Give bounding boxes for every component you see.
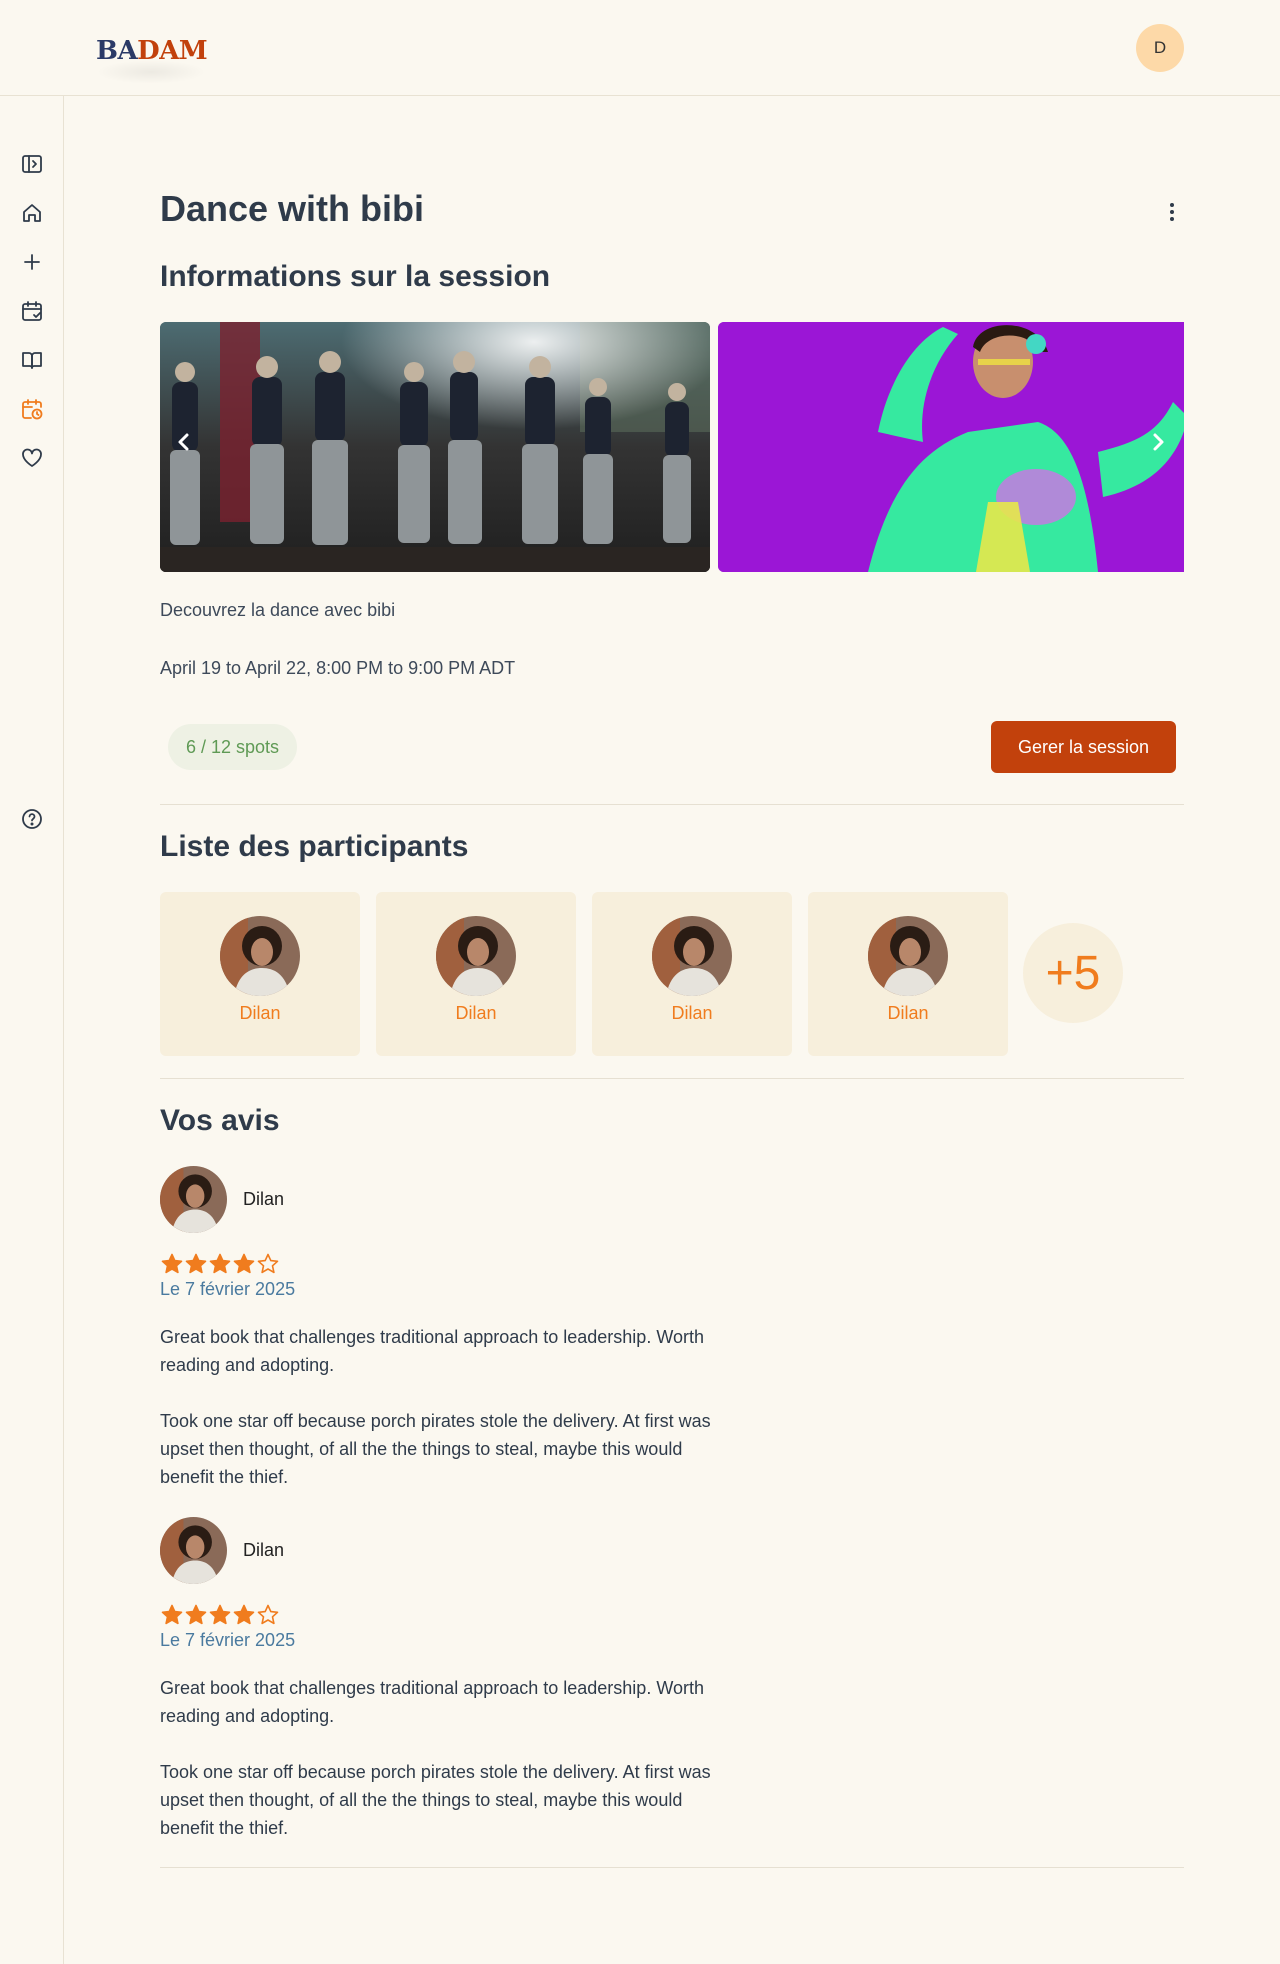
participant-name: Dilan [455,1003,497,1023]
participants-heading: Liste des participants [160,830,469,863]
image-carousel[interactable] [160,322,1184,572]
review-date: Le 7 février 2025 [160,1279,296,1299]
session-dates: April 19 to April 22, 8:00 PM to 9:00 PM… [160,658,516,678]
spots-badge: 6 / 12 spots [168,724,298,770]
help-circle-icon[interactable] [19,806,45,832]
star-filled-icon [209,1253,231,1274]
review-text: Great book that challenges traditional a… [160,1323,740,1491]
calendar-check-icon[interactable] [19,298,45,324]
review-date: Le 7 février 2025 [160,1630,296,1650]
participant-card[interactable]: Dilan [808,892,1008,1056]
star-filled-icon [233,1604,255,1625]
reviewer-name: Dilan [243,1540,285,1560]
book-icon[interactable] [19,347,45,373]
logo[interactable]: BADAM [96,36,208,66]
user-avatar-button[interactable]: D [1136,24,1184,72]
carousel-prev-icon[interactable] [164,422,204,462]
reviewer-name: Dilan [243,1189,285,1209]
participant-card[interactable]: Dilan [160,892,360,1056]
star-empty-icon [257,1604,279,1625]
star-empty-icon [257,1253,279,1274]
plus-icon[interactable] [19,249,45,275]
star-filled-icon [185,1253,207,1274]
more-options-icon[interactable] [1160,200,1184,224]
manage-session-button[interactable]: Gerer la session [991,721,1176,773]
participant-avatar [220,916,300,996]
spots-label: 6 / 12 spots [186,736,280,757]
participant-name: Dilan [239,1003,281,1023]
reviewer-avatar [160,1517,227,1584]
review-paragraph: Took one star off because porch pirates … [160,1762,711,1838]
star-filled-icon [233,1253,255,1274]
more-participants-button[interactable]: +5 [1023,923,1123,1023]
review-paragraph: Great book that challenges traditional a… [160,1678,704,1726]
divider [160,804,1184,805]
reviews-heading: Vos avis [160,1104,280,1137]
user-initial: D [1153,38,1167,57]
session-description: Decouvrez la dance avec bibi [160,600,396,620]
calendar-clock-icon[interactable] [19,396,45,422]
review-paragraph: Great book that challenges traditional a… [160,1327,704,1375]
heart-icon[interactable] [19,445,45,471]
star-filled-icon [161,1253,183,1274]
home-icon[interactable] [19,200,45,226]
dancer-headphones-image [718,322,1184,572]
carousel-next-icon[interactable] [1138,422,1178,462]
participant-card[interactable]: Dilan [592,892,792,1056]
reviewer-avatar [160,1166,227,1233]
rating-stars [160,1252,280,1276]
review-paragraph: Took one star off because porch pirates … [160,1411,711,1487]
participant-avatar [652,916,732,996]
session-info-heading: Informations sur la session [160,260,551,293]
star-filled-icon [161,1604,183,1625]
divider [160,1078,1184,1079]
top-bar: BADAM D [0,0,1280,96]
logo-part-1: BA [96,36,138,66]
star-filled-icon [209,1604,231,1625]
star-filled-icon [185,1604,207,1625]
participant-name: Dilan [887,1003,929,1023]
review-text: Great book that challenges traditional a… [160,1674,740,1842]
participant-avatar [868,916,948,996]
dance-group-image [160,322,710,572]
page-title: Dance with bibi [160,188,425,229]
participant-card[interactable]: Dilan [376,892,576,1056]
logo-part-2: DAM [137,36,208,66]
divider [160,1867,1184,1868]
rating-stars [160,1603,280,1627]
participant-name: Dilan [671,1003,713,1023]
participant-avatar [436,916,516,996]
sidebar-toggle-icon[interactable] [19,151,45,177]
sidebar [0,96,64,1964]
